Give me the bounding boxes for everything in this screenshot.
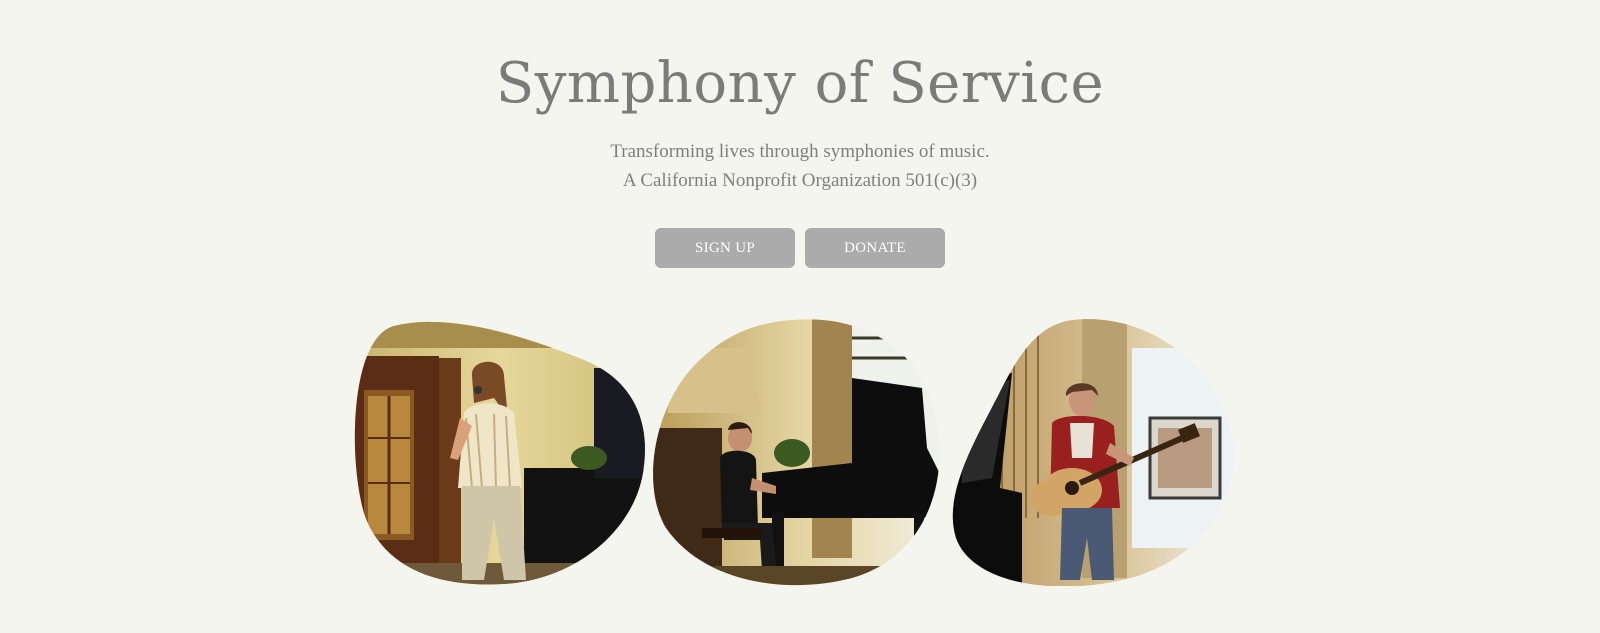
landing-page: Symphony of Service Transforming lives t… xyxy=(0,0,1600,633)
tagline-nonprofit-status: A California Nonprofit Organization 501(… xyxy=(622,170,978,191)
sign-up-button[interactable]: SIGN UP xyxy=(655,228,795,268)
donate-button[interactable]: DONATE xyxy=(805,228,945,268)
page-title: Symphony of Service xyxy=(495,51,1105,116)
gallery-photo-singer xyxy=(354,318,646,586)
gallery-photo-guitarist xyxy=(952,318,1244,586)
gallery-photo-pianist xyxy=(652,318,944,586)
tagline-mission: Transforming lives through symphonies of… xyxy=(610,141,990,162)
guitarist-photo-image xyxy=(952,319,1234,586)
pianist-photo-image xyxy=(653,319,940,586)
singer-photo-image xyxy=(354,321,645,585)
